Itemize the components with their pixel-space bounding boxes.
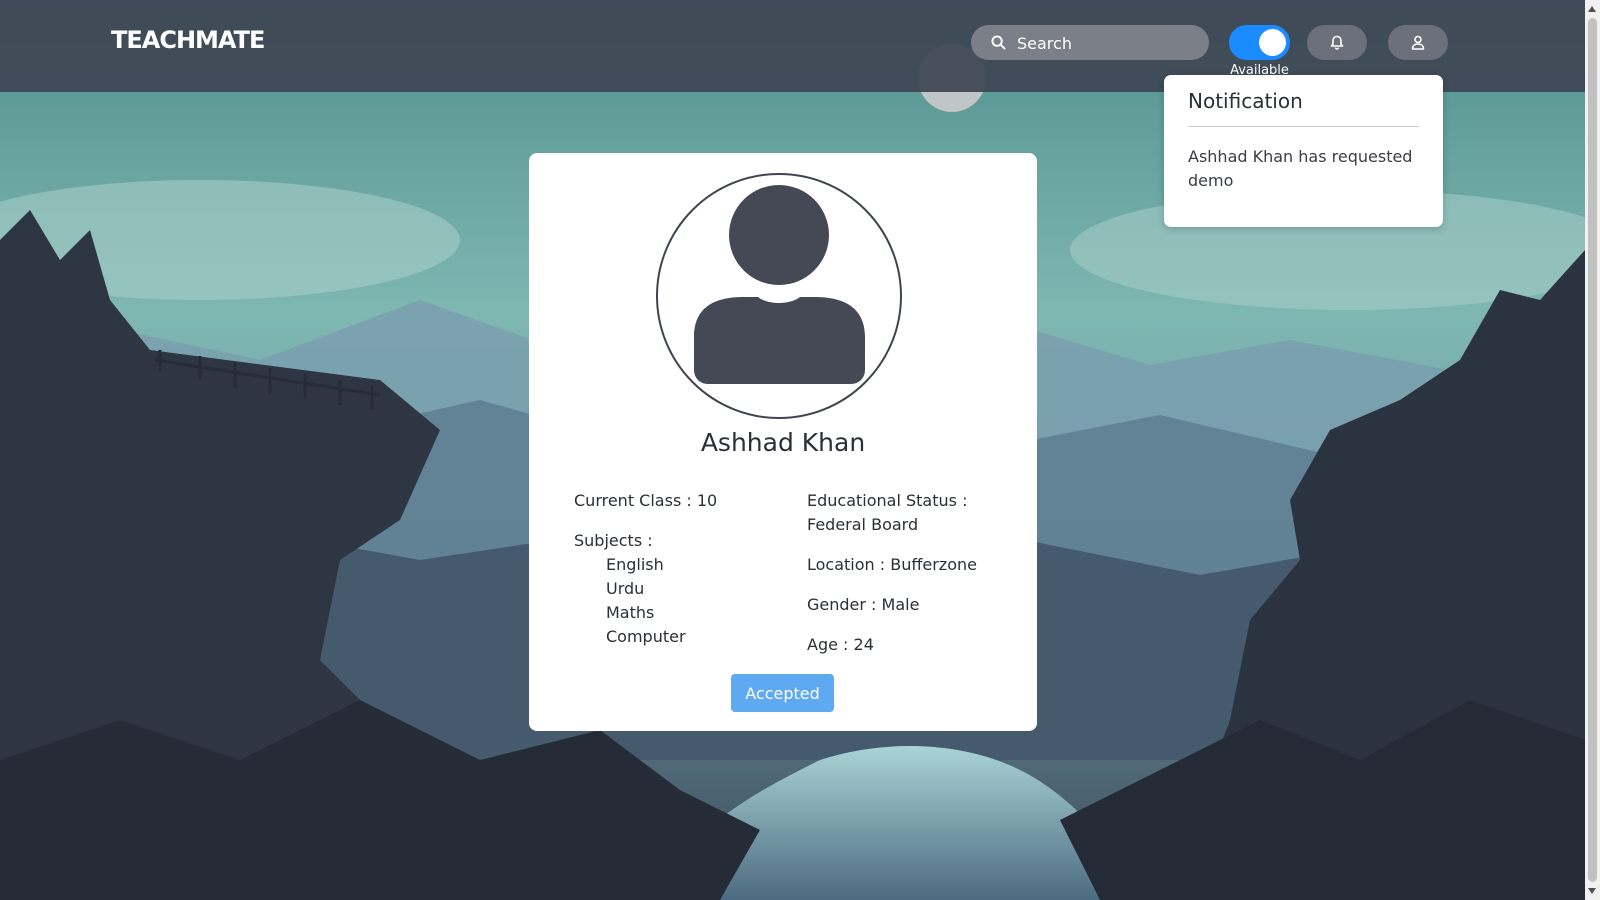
toggle-knob — [1259, 29, 1286, 56]
location: Location : Bufferzone — [807, 555, 977, 574]
notification-title: Notification — [1188, 89, 1303, 113]
profile-details-left: Current Class : 10 Subjects : English Ur… — [574, 489, 774, 649]
subjects-label: Subjects : — [574, 531, 653, 550]
educational-status: Educational Status : Federal Board — [807, 489, 1007, 537]
student-name: Ashhad Khan — [700, 428, 866, 457]
gender: Gender : Male — [807, 595, 920, 614]
brand-logo[interactable]: TEACHMATE — [111, 26, 265, 54]
current-class: Current Class : 10 — [574, 491, 718, 510]
scroll-up-arrow-icon[interactable] — [1588, 6, 1596, 12]
profile-details-right: Educational Status : Federal Board Locat… — [807, 489, 1007, 673]
notification-panel: Notification Ashhad Khan has requested d… — [1164, 75, 1443, 227]
notification-item[interactable]: Ashhad Khan has requested demo — [1188, 145, 1419, 193]
subject-item: Maths — [606, 603, 655, 622]
user-avatar-icon — [694, 185, 865, 384]
search-input[interactable] — [1015, 29, 1199, 58]
vertical-scrollbar[interactable] — [1585, 0, 1600, 900]
subject-item: Computer — [606, 627, 686, 646]
notifications-button[interactable] — [1307, 25, 1367, 60]
availability-toggle[interactable] — [1229, 25, 1290, 60]
notification-divider — [1188, 126, 1419, 127]
user-icon — [1411, 35, 1425, 50]
scrollbar-thumb[interactable] — [1588, 18, 1597, 882]
avatar — [656, 173, 902, 419]
subject-item: Urdu — [606, 579, 645, 598]
scroll-down-arrow-icon[interactable] — [1588, 888, 1596, 894]
age: Age : 24 — [807, 635, 874, 654]
subject-item: English — [606, 555, 664, 574]
search-icon — [991, 35, 1006, 50]
subjects-list: English Urdu Maths Computer — [574, 553, 774, 649]
accepted-status-button[interactable]: Accepted — [731, 674, 834, 712]
search-box[interactable] — [971, 25, 1209, 60]
educational-status-value: Federal Board — [807, 515, 919, 534]
user-menu-button[interactable] — [1388, 25, 1448, 60]
bell-icon — [1330, 35, 1344, 50]
student-profile-card: Ashhad Khan Current Class : 10 Subjects … — [529, 153, 1037, 731]
educational-status-label: Educational Status : — [807, 491, 968, 510]
